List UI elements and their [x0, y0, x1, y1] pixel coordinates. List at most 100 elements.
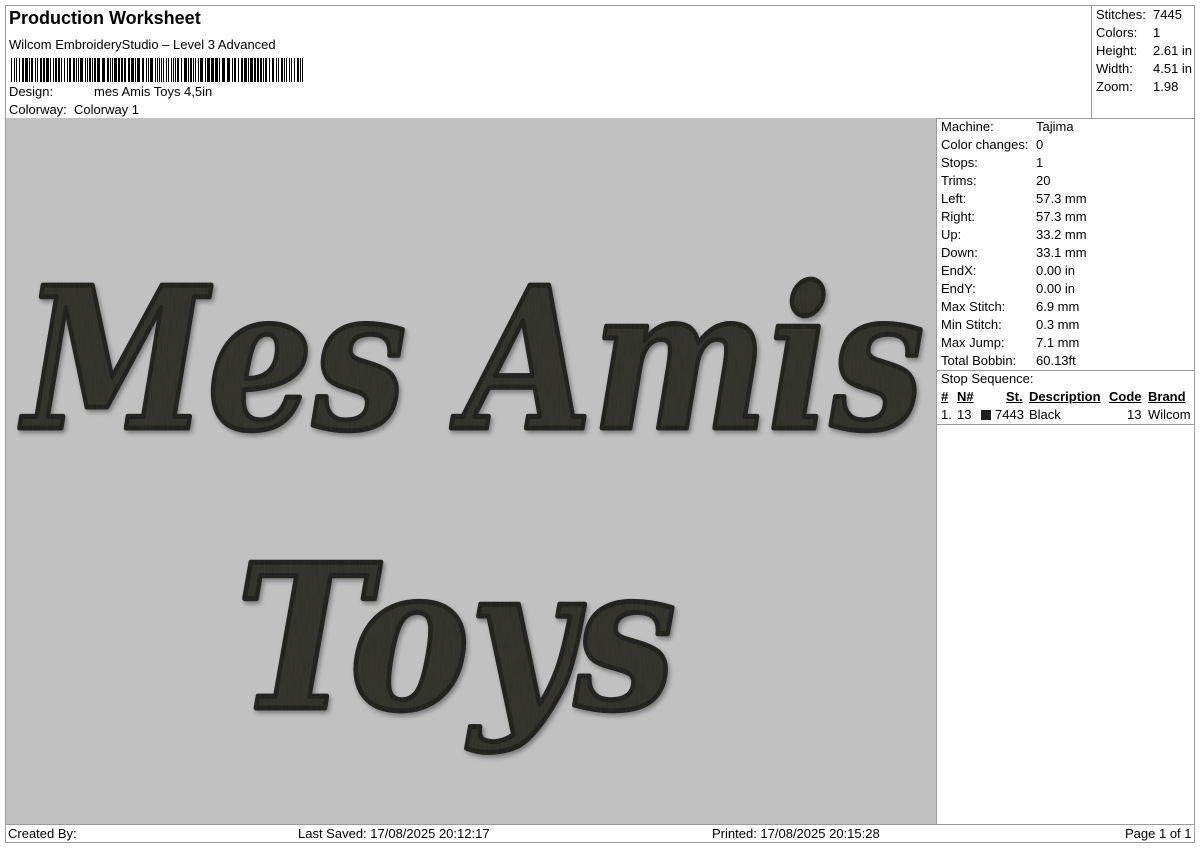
barcode-bar: [195, 58, 196, 82]
worksheet-footer: Created By: Last Saved: 17/08/2025 20:12…: [6, 824, 1194, 842]
barcode-bar: [40, 58, 42, 82]
machine-info-label: Up:: [941, 227, 962, 242]
design-value: mes Amis Toys 4,5in: [94, 84, 213, 99]
stop-needle: 13: [957, 407, 972, 422]
barcode-bar: [87, 58, 88, 82]
barcode-bar: [254, 58, 256, 82]
machine-info-label: EndY:: [941, 281, 976, 296]
barcode-bar: [291, 58, 292, 82]
barcode-bar: [302, 58, 303, 82]
barcode-bar: [250, 58, 253, 82]
embroidery-render: Mes Amis Toys: [16, 243, 926, 759]
machine-info-label: Total Bobbin:: [941, 353, 1017, 368]
machine-info-value: 57.3 mm: [1036, 191, 1087, 206]
barcode-bar: [175, 58, 176, 82]
page-number: Page 1 of 1: [1125, 826, 1192, 841]
barcode-bar: [190, 58, 192, 82]
barcode-bar: [278, 58, 279, 82]
machine-info-label: Machine:: [941, 119, 994, 134]
height-value: 2.61 in: [1153, 43, 1193, 58]
design-stats: Stitches: 7445 Colors: 1 Height: 2.61 in…: [1091, 6, 1195, 118]
barcode-bar: [207, 58, 210, 82]
machine-info-value: 0.00 in: [1036, 281, 1076, 296]
barcode-bar: [166, 58, 167, 82]
colors-value: 1: [1153, 25, 1161, 40]
machine-info-value: 20: [1036, 173, 1051, 188]
barcode-bar: [35, 58, 36, 82]
barcode-bar: [289, 58, 290, 82]
barcode-bar: [97, 58, 100, 82]
barcode-bar: [67, 58, 68, 82]
machine-info-label: Right:: [941, 209, 975, 224]
barcode-bar: [61, 58, 62, 82]
barcode-bar: [37, 58, 38, 82]
machine-info-value: 1: [1036, 155, 1044, 170]
machine-info-value: 33.2 mm: [1036, 227, 1087, 242]
barcode-bar: [300, 58, 301, 82]
barcode-bar: [92, 58, 93, 82]
barcode-bar: [46, 58, 49, 82]
barcode-bar: [286, 58, 287, 82]
barcode-bar: [193, 58, 194, 82]
barcode-bar: [137, 58, 140, 82]
barcode-bar: [64, 58, 65, 82]
barcode-bar: [73, 58, 75, 82]
colors-label: Colors:: [1096, 25, 1138, 40]
barcode-bar: [142, 58, 144, 82]
barcode-bar: [25, 58, 28, 82]
barcode-bar: [157, 58, 158, 82]
col-number: #: [941, 389, 949, 404]
stop-description: Black: [1029, 407, 1061, 422]
design-label: Design:: [9, 84, 54, 99]
machine-info-label: Min Stitch:: [941, 317, 1002, 332]
machine-info-label: EndX:: [941, 263, 977, 278]
stop-stitches: 7443: [995, 407, 1024, 422]
printed-date: Printed: 17/08/2025 20:15:28: [712, 826, 880, 841]
barcode-bar: [263, 58, 264, 82]
barcode-bar: [168, 58, 169, 82]
barcode-bar: [118, 58, 120, 82]
barcode-bar: [294, 58, 295, 82]
barcode-bar: [16, 58, 17, 82]
machine-info-value: 33.1 mm: [1036, 245, 1087, 260]
stitches-value: 7445: [1153, 7, 1182, 22]
barcode-bar: [128, 58, 130, 82]
machine-info-value: 0.00 in: [1036, 263, 1076, 278]
stop-number: 1.: [941, 407, 952, 422]
machine-info-label: Max Stitch:: [941, 299, 1006, 314]
created-by: Created By:: [8, 826, 77, 841]
barcode-bar: [150, 58, 153, 82]
thread-color-swatch: [981, 410, 991, 420]
stop-sequence-title: Stop Sequence:: [941, 371, 1034, 386]
machine-info-label: Stops:: [941, 155, 978, 170]
stop-table-bottom: [937, 424, 1194, 425]
barcode-bar: [148, 58, 149, 82]
barcode-bar: [163, 58, 164, 82]
barcode-bar: [241, 58, 243, 82]
barcode-bar: [159, 58, 160, 82]
barcode-bar: [14, 58, 15, 82]
zoom-value: 1.98: [1153, 79, 1179, 94]
page-title: Production Worksheet: [9, 8, 201, 28]
design-text-line1: Mes Amis: [19, 245, 924, 475]
barcode-bar: [110, 58, 111, 82]
barcode-bar: [161, 58, 162, 82]
col-code: Code: [1109, 389, 1142, 404]
machine-info-value: 60.13ft: [1036, 353, 1076, 368]
barcode-bar: [50, 58, 51, 82]
barcode-bar: [31, 58, 33, 82]
col-brand: Brand: [1148, 389, 1186, 404]
barcode-bar: [184, 58, 187, 82]
barcode-bar: [76, 58, 77, 82]
zoom-label: Zoom:: [1096, 79, 1133, 94]
machine-info-label: Max Jump:: [941, 335, 1005, 350]
machine-info: Stop Sequence: # N# St. Description Code…: [937, 118, 1194, 824]
barcode-bar: [257, 58, 259, 82]
barcode-bar: [265, 58, 267, 82]
stop-code: 13: [1127, 407, 1142, 422]
machine-info-label: Trims:: [941, 173, 977, 188]
software-name: Wilcom EmbroideryStudio – Level 3 Advanc…: [9, 37, 276, 52]
barcode-bar: [200, 58, 203, 82]
barcode-bar: [80, 58, 83, 82]
barcode-bar: [173, 58, 174, 82]
